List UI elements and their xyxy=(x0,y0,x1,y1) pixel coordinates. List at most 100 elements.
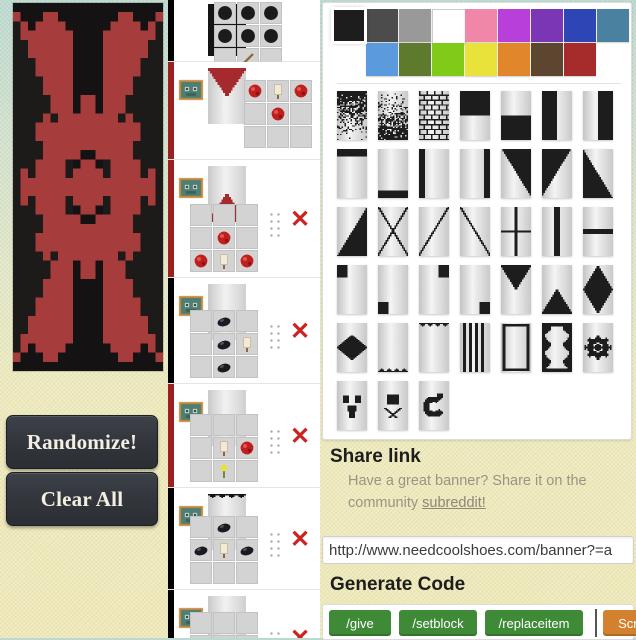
layer-list[interactable]: ✕ ✕ ✕ ✕ ✕ xyxy=(168,0,320,638)
code-button-screenshot[interactable]: Screenshot xyxy=(603,610,636,636)
layer-row[interactable] xyxy=(168,0,320,62)
layer-drag-handle[interactable] xyxy=(268,323,282,349)
pattern-gradient-up[interactable] xyxy=(378,91,408,140)
dye-icon[interactable] xyxy=(177,76,205,104)
color-swatch-brown[interactable] xyxy=(531,43,563,76)
color-swatch-purple[interactable] xyxy=(531,9,563,42)
randomize-button[interactable]: Randomize! xyxy=(6,415,158,469)
pattern-triangles-bottom[interactable] xyxy=(378,323,408,372)
pattern-creeper[interactable] xyxy=(337,381,367,430)
layer-pattern-swatch[interactable] xyxy=(208,68,246,124)
pattern-stripe-left[interactable] xyxy=(419,149,449,198)
pattern-grid[interactable] xyxy=(337,91,625,439)
pattern-diagonal-dr[interactable] xyxy=(337,207,367,256)
pattern-diagonal-ur[interactable] xyxy=(501,149,531,198)
pattern-triangle-top[interactable] xyxy=(501,265,531,314)
layer-row[interactable]: ✕ xyxy=(168,278,320,384)
color-swatch-magenta[interactable] xyxy=(498,9,530,42)
delete-layer-icon[interactable]: ✕ xyxy=(290,627,310,638)
pattern-bricks[interactable] xyxy=(419,91,449,140)
pattern-canvas xyxy=(583,265,613,314)
color-swatch-lime[interactable] xyxy=(432,43,464,76)
delete-layer-icon[interactable]: ✕ xyxy=(290,528,310,552)
pattern-skull[interactable] xyxy=(378,381,408,430)
generate-code-bar: /give/setblock/replaceitem Screenshot xyxy=(322,604,634,640)
layer-row[interactable]: ✕ xyxy=(168,488,320,590)
crafting-grid xyxy=(190,612,258,638)
layer-color-strip xyxy=(168,278,174,383)
crafting-cell xyxy=(213,437,235,459)
color-swatch-yellow[interactable] xyxy=(465,43,497,76)
color-swatch-green[interactable] xyxy=(399,43,431,76)
clear-all-button[interactable]: Clear All xyxy=(6,472,158,526)
color-swatch-pink[interactable] xyxy=(465,9,497,42)
pattern-curly-border[interactable] xyxy=(542,323,572,372)
pattern-square-tr[interactable] xyxy=(419,265,449,314)
pattern-square-bl[interactable] xyxy=(378,265,408,314)
banner-preview[interactable] xyxy=(13,3,163,371)
pattern-diagonal-dl[interactable] xyxy=(583,149,613,198)
subreddit-link[interactable]: subreddit! xyxy=(422,495,486,511)
color-swatch-dark-gray[interactable] xyxy=(366,9,398,42)
delete-layer-icon[interactable]: ✕ xyxy=(290,425,310,449)
color-swatch-blue[interactable] xyxy=(564,9,596,42)
crafting-cell xyxy=(290,80,312,102)
pattern-gear[interactable] xyxy=(583,323,613,372)
layer-row[interactable]: ✕ xyxy=(168,384,320,488)
color-swatch-cyan[interactable] xyxy=(597,9,629,42)
color-swatch-black[interactable] xyxy=(333,9,365,42)
layer-drag-handle[interactable] xyxy=(268,428,282,454)
pattern-stripe-bottom[interactable] xyxy=(378,149,408,198)
pattern-half-horizontal-bot[interactable] xyxy=(501,91,531,140)
code-button-replaceitem[interactable]: /replaceitem xyxy=(485,610,583,636)
pattern-square-br[interactable] xyxy=(460,265,490,314)
code-button-give[interactable]: /give xyxy=(329,610,391,636)
crafting-cell xyxy=(236,460,258,482)
pattern-triangle-bottom[interactable] xyxy=(542,265,572,314)
layer-row[interactable]: ✕ xyxy=(168,590,320,638)
crafting-cell xyxy=(213,227,235,249)
pattern-stripe-top[interactable] xyxy=(337,149,367,198)
crafting-cell xyxy=(244,103,266,125)
pattern-stripe-right[interactable] xyxy=(460,149,490,198)
color-swatch-light-blue[interactable] xyxy=(366,43,398,76)
dye-icon[interactable] xyxy=(177,174,205,202)
color-swatch-gray[interactable] xyxy=(399,9,431,42)
delete-layer-icon[interactable]: ✕ xyxy=(290,208,310,232)
pattern-border[interactable] xyxy=(501,323,531,372)
pattern-triangles-top[interactable] xyxy=(419,323,449,372)
share-url-input[interactable] xyxy=(322,536,634,564)
code-button-setblock[interactable]: /setblock xyxy=(399,610,477,636)
layer-row[interactable] xyxy=(168,62,320,160)
pattern-mojang[interactable] xyxy=(419,381,449,430)
color-swatch-white[interactable] xyxy=(432,9,466,44)
crafting-cell xyxy=(190,204,212,226)
pattern-gradient[interactable] xyxy=(337,91,367,140)
delete-layer-icon[interactable]: ✕ xyxy=(290,320,310,344)
color-palette[interactable] xyxy=(333,9,625,79)
pattern-stripe-small[interactable] xyxy=(460,323,490,372)
layer-drag-handle[interactable] xyxy=(268,211,282,237)
pattern-canvas xyxy=(501,149,531,198)
pattern-half-horizontal[interactable] xyxy=(460,91,490,140)
pattern-stripe-center[interactable] xyxy=(542,207,572,256)
layer-drag-handle[interactable] xyxy=(268,531,282,557)
pattern-cross-diagonal[interactable] xyxy=(378,207,408,256)
pattern-cross[interactable] xyxy=(501,207,531,256)
pattern-slash-down[interactable] xyxy=(460,207,490,256)
pattern-diagonal-ul[interactable] xyxy=(542,149,572,198)
crafting-cell xyxy=(236,562,258,584)
preview-column: Randomize! Clear All xyxy=(0,0,168,638)
color-swatch-red[interactable] xyxy=(564,43,596,76)
color-swatch-orange[interactable] xyxy=(498,43,530,76)
pattern-slash-up[interactable] xyxy=(419,207,449,256)
pattern-half-vertical-right[interactable] xyxy=(583,91,613,140)
layer-row[interactable]: ✕ xyxy=(168,160,320,278)
layer-drag-handle[interactable] xyxy=(268,630,282,638)
pattern-small-rhombus[interactable] xyxy=(337,323,367,372)
crafting-cell xyxy=(213,516,235,538)
pattern-stripe-middle[interactable] xyxy=(583,207,613,256)
pattern-half-vertical[interactable] xyxy=(542,91,572,140)
pattern-rhombus[interactable] xyxy=(583,265,613,314)
pattern-square-tl[interactable] xyxy=(337,265,367,314)
